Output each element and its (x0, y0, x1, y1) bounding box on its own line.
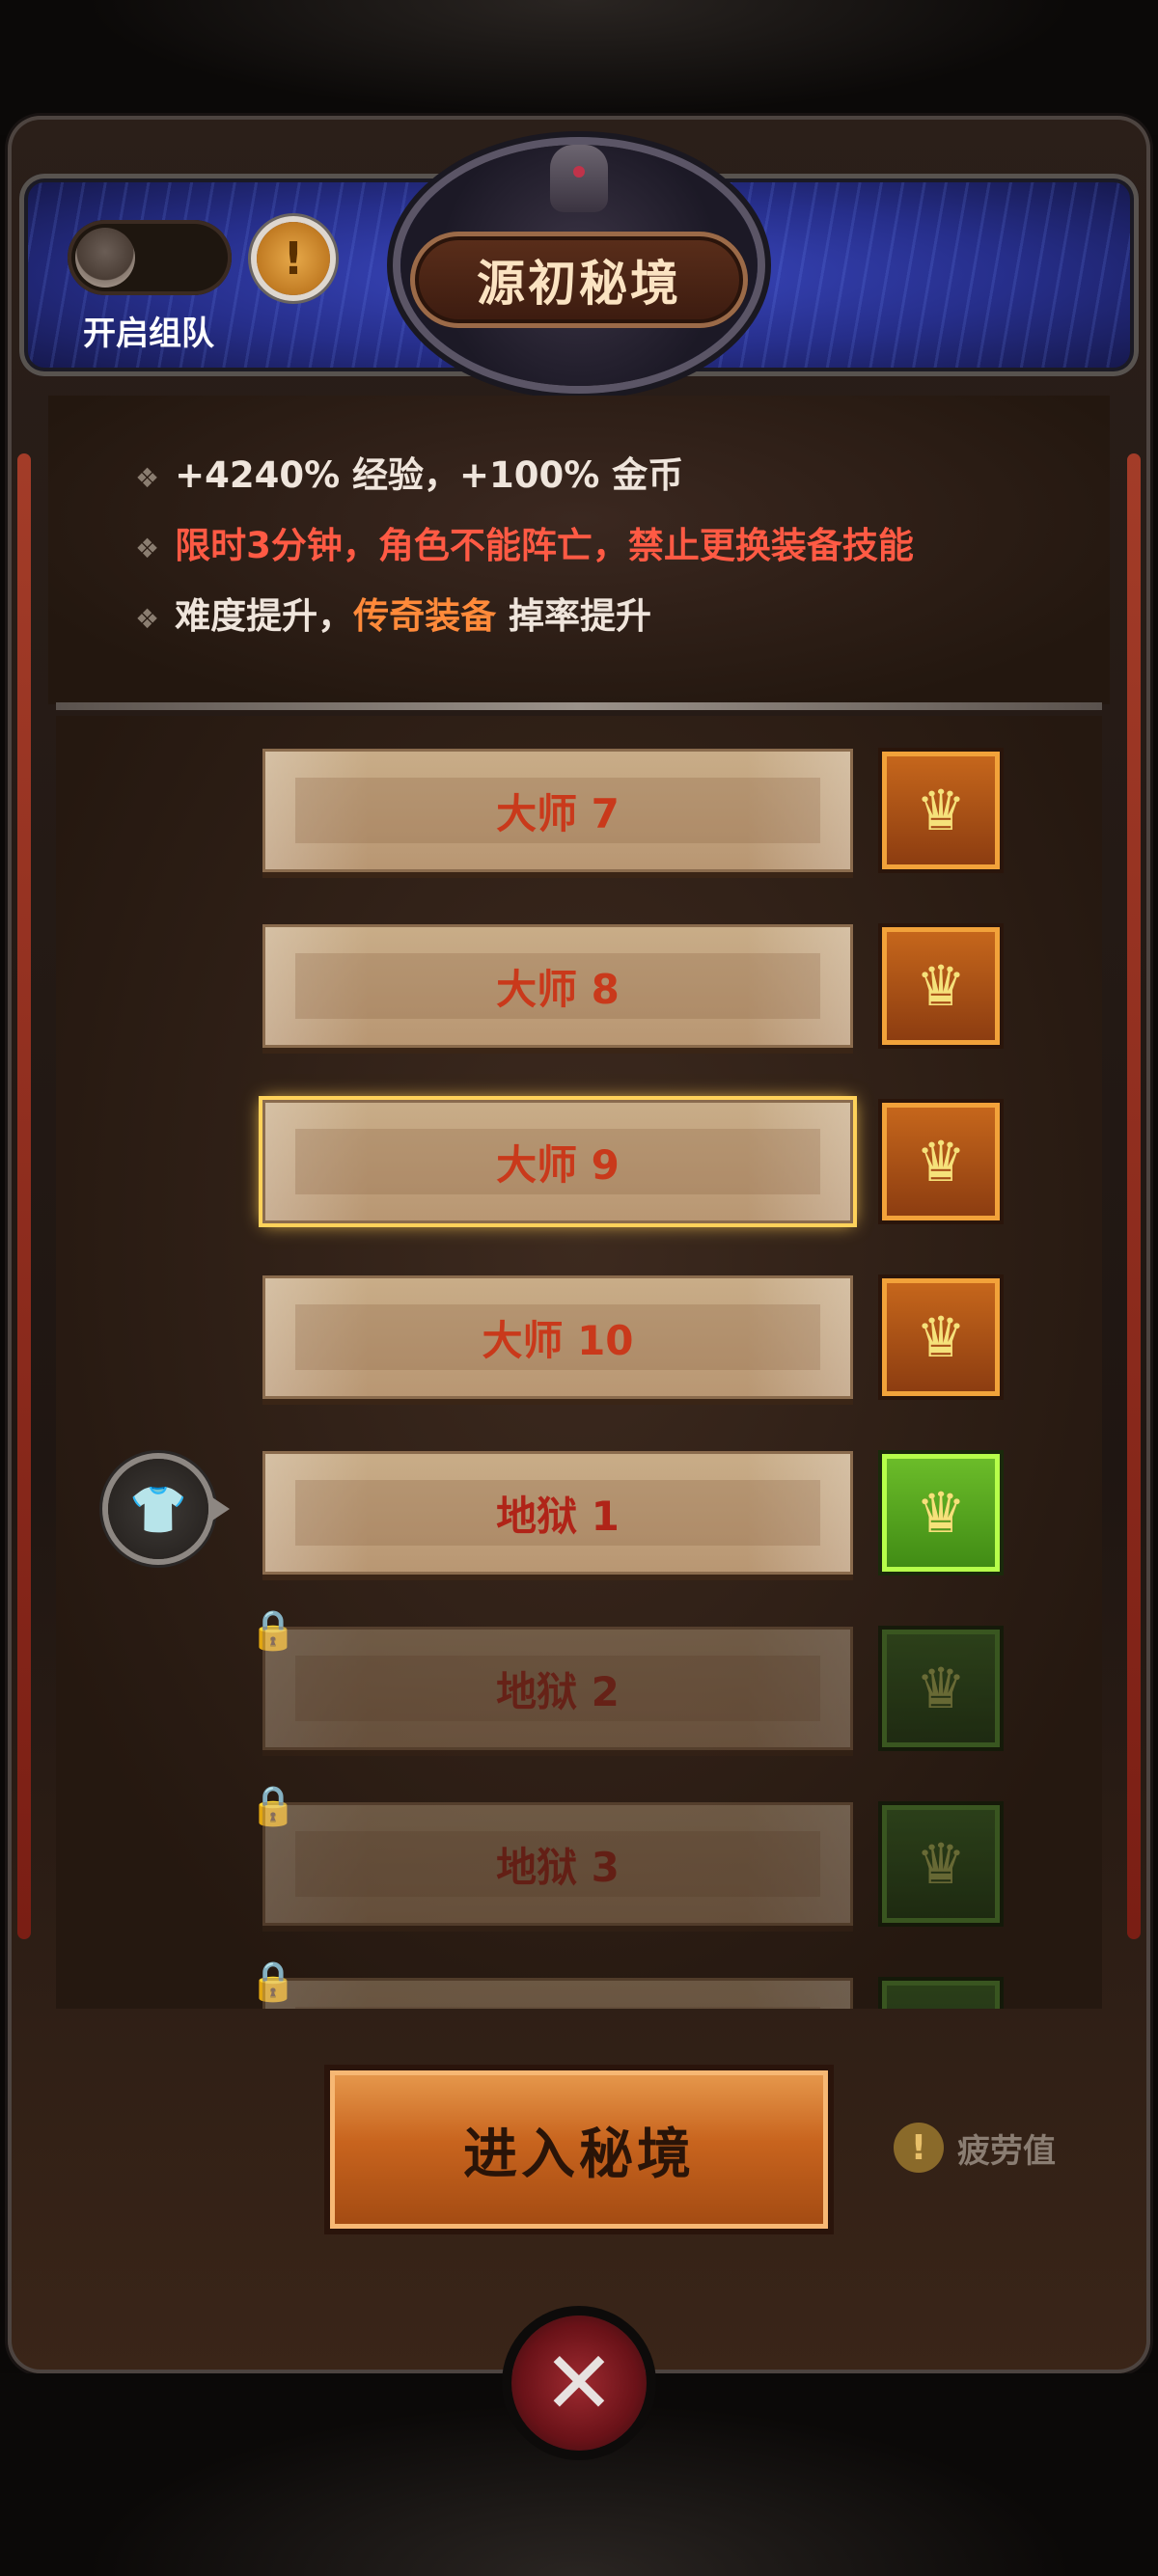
armor-icon: 👕 (108, 1459, 230, 1559)
level-list[interactable]: 大师 7 ♛ 大师 8 ♛ 大师 9 ♛ 大师 10 ♛ 👕 地狱 1 ♛ 🔒 … (56, 716, 1102, 2009)
team-toggle[interactable] (68, 220, 232, 295)
level-button-locked[interactable]: 地狱 3 (262, 1802, 853, 1926)
bullet-icon: ❖ (135, 462, 160, 494)
level-button-selected[interactable]: 大师 9 (262, 1100, 853, 1223)
level-button-locked[interactable] (262, 1978, 853, 2009)
skull-icon (550, 145, 608, 212)
left-rail (17, 453, 31, 1939)
fatigue-info[interactable]: ! 疲劳值 (894, 2123, 1056, 2173)
exclamation-icon: ! (894, 2123, 944, 2173)
level-button-locked[interactable]: 地狱 2 (262, 1627, 853, 1750)
rule-bonus: ❖ +4240% 经验，+100% 金币 (135, 454, 684, 496)
level-button[interactable]: 大师 10 (262, 1275, 853, 1399)
close-icon: ✕ (542, 2332, 616, 2434)
team-toggle-label: 开启组队 (83, 315, 214, 353)
reward-chest-icon[interactable]: ♛ (882, 1630, 1000, 1747)
reward-chest-icon[interactable]: ♛ (882, 1805, 1000, 1923)
reward-chest-icon[interactable]: ♛ (882, 1103, 1000, 1220)
toggle-knob (75, 228, 135, 288)
bullet-icon: ❖ (135, 533, 160, 564)
close-button[interactable]: ✕ (511, 2316, 647, 2451)
rule-restriction: ❖ 限时3分钟，角色不能阵亡，禁止更换装备技能 (135, 525, 914, 566)
reward-chest-icon[interactable]: ♛ (882, 1454, 1000, 1572)
fatigue-label: 疲劳值 (957, 2131, 1056, 2171)
info-button[interactable]: ! (257, 222, 330, 295)
exclamation-icon: ! (283, 233, 304, 285)
level-button[interactable]: 地狱 1 (262, 1451, 853, 1575)
enter-dungeon-button[interactable]: 进入秘境 (330, 2070, 828, 2229)
rule-difficulty: ❖ 难度提升，传奇装备 掉率提升 (135, 595, 651, 637)
right-rail (1127, 453, 1141, 1939)
top-ornament (0, 0, 1158, 135)
reward-chest-icon[interactable] (882, 1981, 1000, 2009)
divider (56, 702, 1102, 710)
level-button[interactable]: 大师 8 (262, 924, 853, 1048)
bullet-icon: ❖ (135, 603, 160, 635)
reward-chest-icon[interactable]: ♛ (882, 1278, 1000, 1396)
page-title: 源初秘境 (410, 232, 748, 328)
level-button[interactable]: 大师 7 (262, 749, 853, 872)
reward-chest-icon[interactable]: ♛ (882, 927, 1000, 1045)
reward-chest-icon[interactable]: ♛ (882, 752, 1000, 869)
